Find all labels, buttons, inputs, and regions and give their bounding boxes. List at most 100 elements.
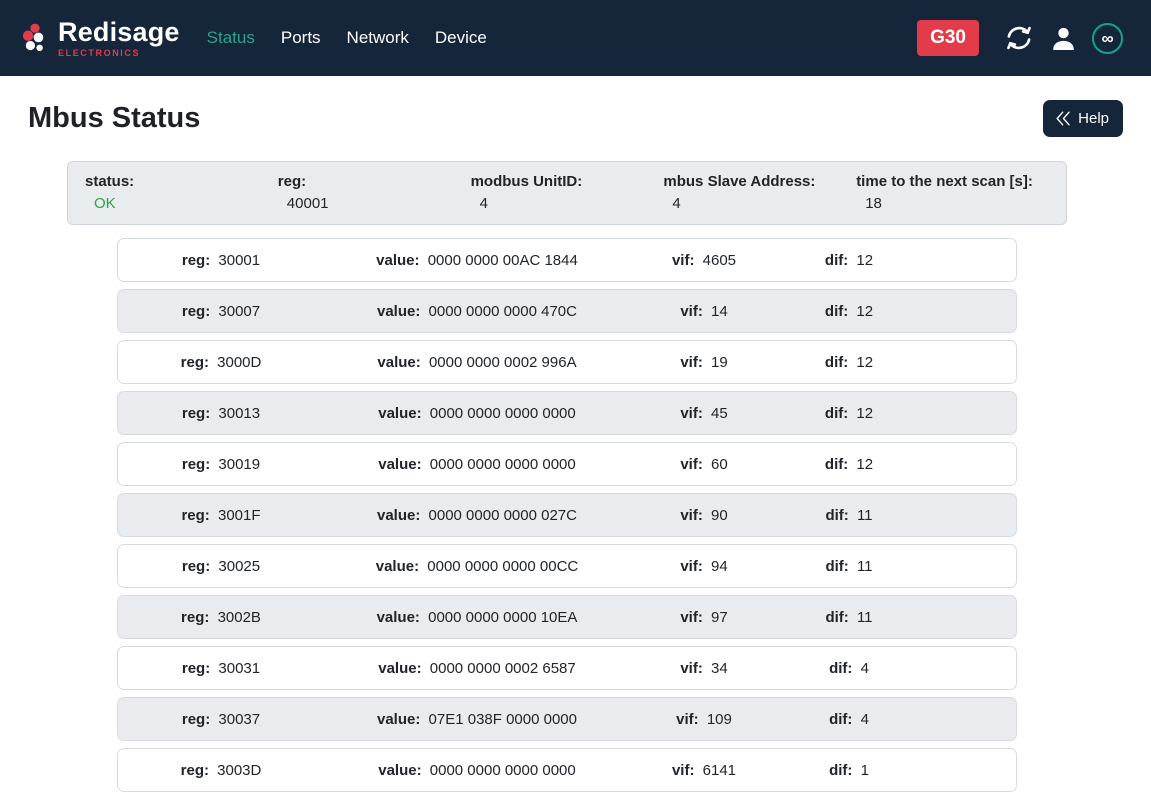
value-cell: value: 07E1 038F 0000 0000 bbox=[324, 711, 630, 728]
top-navbar: Redisage ELECTRONICS Status Ports Networ… bbox=[0, 0, 1151, 76]
summary-field-value: 40001 bbox=[278, 195, 471, 212]
nav-item[interactable]: Status bbox=[194, 20, 268, 56]
infinity-link-icon[interactable]: ∞ bbox=[1092, 23, 1123, 54]
register-row: reg: 3002B value: 0000 0000 0000 10EA vi… bbox=[117, 595, 1017, 639]
dif-value: 11 bbox=[857, 558, 873, 575]
vif-label: vif: bbox=[676, 711, 699, 728]
reg-label: reg: bbox=[181, 507, 209, 524]
value-label: value: bbox=[378, 762, 421, 779]
reg-value: 30007 bbox=[218, 303, 260, 320]
vif-cell: vif: 34 bbox=[630, 660, 778, 677]
value-value: 0000 0000 0000 0000 bbox=[430, 456, 576, 473]
dif-cell: dif: 4 bbox=[778, 711, 920, 728]
vif-label: vif: bbox=[680, 660, 703, 677]
value-value: 0000 0000 0000 0000 bbox=[430, 405, 576, 422]
vif-value: 4605 bbox=[703, 252, 736, 269]
reg-cell: reg: 30019 bbox=[118, 456, 324, 473]
dif-label: dif: bbox=[825, 456, 848, 473]
vif-cell: vif: 90 bbox=[630, 507, 778, 524]
vif-label: vif: bbox=[672, 762, 695, 779]
value-cell: value: 0000 0000 0000 470C bbox=[324, 303, 630, 320]
reg-label: reg: bbox=[182, 558, 210, 575]
value-cell: value: 0000 0000 00AC 1844 bbox=[324, 252, 630, 269]
dif-label: dif: bbox=[825, 405, 848, 422]
page-title: Mbus Status bbox=[28, 102, 200, 135]
reg-label: reg: bbox=[182, 252, 210, 269]
user-icon[interactable] bbox=[1049, 24, 1078, 53]
refresh-icon[interactable] bbox=[1003, 22, 1035, 54]
reg-label: reg: bbox=[182, 405, 210, 422]
register-row: reg: 30013 value: 0000 0000 0000 0000 vi… bbox=[117, 391, 1017, 435]
reg-label: reg: bbox=[182, 711, 210, 728]
vif-value: 45 bbox=[711, 405, 728, 422]
reg-value: 30013 bbox=[218, 405, 260, 422]
dif-value: 12 bbox=[856, 354, 873, 371]
value-label: value: bbox=[377, 609, 420, 626]
vif-label: vif: bbox=[680, 303, 703, 320]
nav-item[interactable]: Ports bbox=[268, 20, 334, 56]
vif-label: vif: bbox=[680, 405, 703, 422]
value-value: 0000 0000 0000 470C bbox=[429, 303, 577, 320]
value-cell: value: 0000 0000 0000 0000 bbox=[324, 762, 630, 779]
value-value: 0000 0000 0000 00CC bbox=[427, 558, 578, 575]
reg-label: reg: bbox=[182, 456, 210, 473]
summary-field-label: reg: bbox=[278, 173, 471, 190]
vif-cell: vif: 94 bbox=[630, 558, 778, 575]
dif-cell: dif: 12 bbox=[778, 354, 920, 371]
reg-label: reg: bbox=[181, 354, 209, 371]
nav-item[interactable]: Network bbox=[334, 20, 422, 56]
dif-label: dif: bbox=[825, 303, 848, 320]
vif-cell: vif: 109 bbox=[630, 711, 778, 728]
value-label: value: bbox=[378, 660, 421, 677]
vif-cell: vif: 97 bbox=[630, 609, 778, 626]
register-row: reg: 3003D value: 0000 0000 0000 0000 vi… bbox=[117, 748, 1017, 792]
reg-cell: reg: 30013 bbox=[118, 405, 324, 422]
dif-cell: dif: 11 bbox=[778, 609, 920, 626]
register-list: reg: 30001 value: 0000 0000 00AC 1844 vi… bbox=[117, 238, 1017, 792]
dif-cell: dif: 12 bbox=[778, 456, 920, 473]
register-row: reg: 3000D value: 0000 0000 0002 996A vi… bbox=[117, 340, 1017, 384]
vif-cell: vif: 4605 bbox=[630, 252, 778, 269]
value-cell: value: 0000 0000 0000 10EA bbox=[324, 609, 630, 626]
summary-field-value: OK bbox=[85, 195, 278, 212]
value-value: 07E1 038F 0000 0000 bbox=[429, 711, 577, 728]
brand-name: Redisage bbox=[58, 19, 180, 46]
summary-field-label: time to the next scan [s]: bbox=[856, 173, 1049, 190]
status-summary-bar: status: OK reg: 40001 modbus UnitID: 4 m… bbox=[67, 161, 1067, 225]
double-chevron-left-icon bbox=[1054, 109, 1073, 128]
dif-value: 1 bbox=[861, 762, 869, 779]
device-model-badge[interactable]: G30 bbox=[917, 20, 979, 56]
reg-value: 30031 bbox=[218, 660, 260, 677]
dif-value: 4 bbox=[861, 711, 869, 728]
dif-label: dif: bbox=[825, 354, 848, 371]
reg-label: reg: bbox=[181, 762, 209, 779]
value-value: 0000 0000 0000 027C bbox=[429, 507, 577, 524]
value-cell: value: 0000 0000 0002 996A bbox=[324, 354, 630, 371]
vif-label: vif: bbox=[680, 456, 703, 473]
dif-cell: dif: 12 bbox=[778, 252, 920, 269]
value-value: 0000 0000 0002 6587 bbox=[430, 660, 576, 677]
register-row: reg: 30025 value: 0000 0000 0000 00CC vi… bbox=[117, 544, 1017, 588]
value-value: 0000 0000 0002 996A bbox=[429, 354, 577, 371]
vif-label: vif: bbox=[680, 507, 703, 524]
title-row: Mbus Status Help bbox=[0, 76, 1151, 137]
brand-logo[interactable]: Redisage ELECTRONICS bbox=[20, 19, 180, 58]
reg-cell: reg: 3003D bbox=[118, 762, 324, 779]
value-label: value: bbox=[378, 456, 421, 473]
value-label: value: bbox=[377, 711, 420, 728]
dif-label: dif: bbox=[829, 660, 852, 677]
summary-field: status: OK bbox=[85, 173, 278, 212]
nav-item[interactable]: Device bbox=[422, 20, 500, 56]
reg-cell: reg: 30007 bbox=[118, 303, 324, 320]
vif-value: 14 bbox=[711, 303, 728, 320]
reg-label: reg: bbox=[182, 660, 210, 677]
register-row: reg: 30037 value: 07E1 038F 0000 0000 vi… bbox=[117, 697, 1017, 741]
reg-value: 3002B bbox=[218, 609, 261, 626]
help-button[interactable]: Help bbox=[1043, 100, 1123, 137]
reg-label: reg: bbox=[182, 303, 210, 320]
value-label: value: bbox=[376, 558, 419, 575]
reg-cell: reg: 3001F bbox=[118, 507, 324, 524]
register-row: reg: 3001F value: 0000 0000 0000 027C vi… bbox=[117, 493, 1017, 537]
register-row: reg: 30001 value: 0000 0000 00AC 1844 vi… bbox=[117, 238, 1017, 282]
vif-value: 94 bbox=[711, 558, 728, 575]
